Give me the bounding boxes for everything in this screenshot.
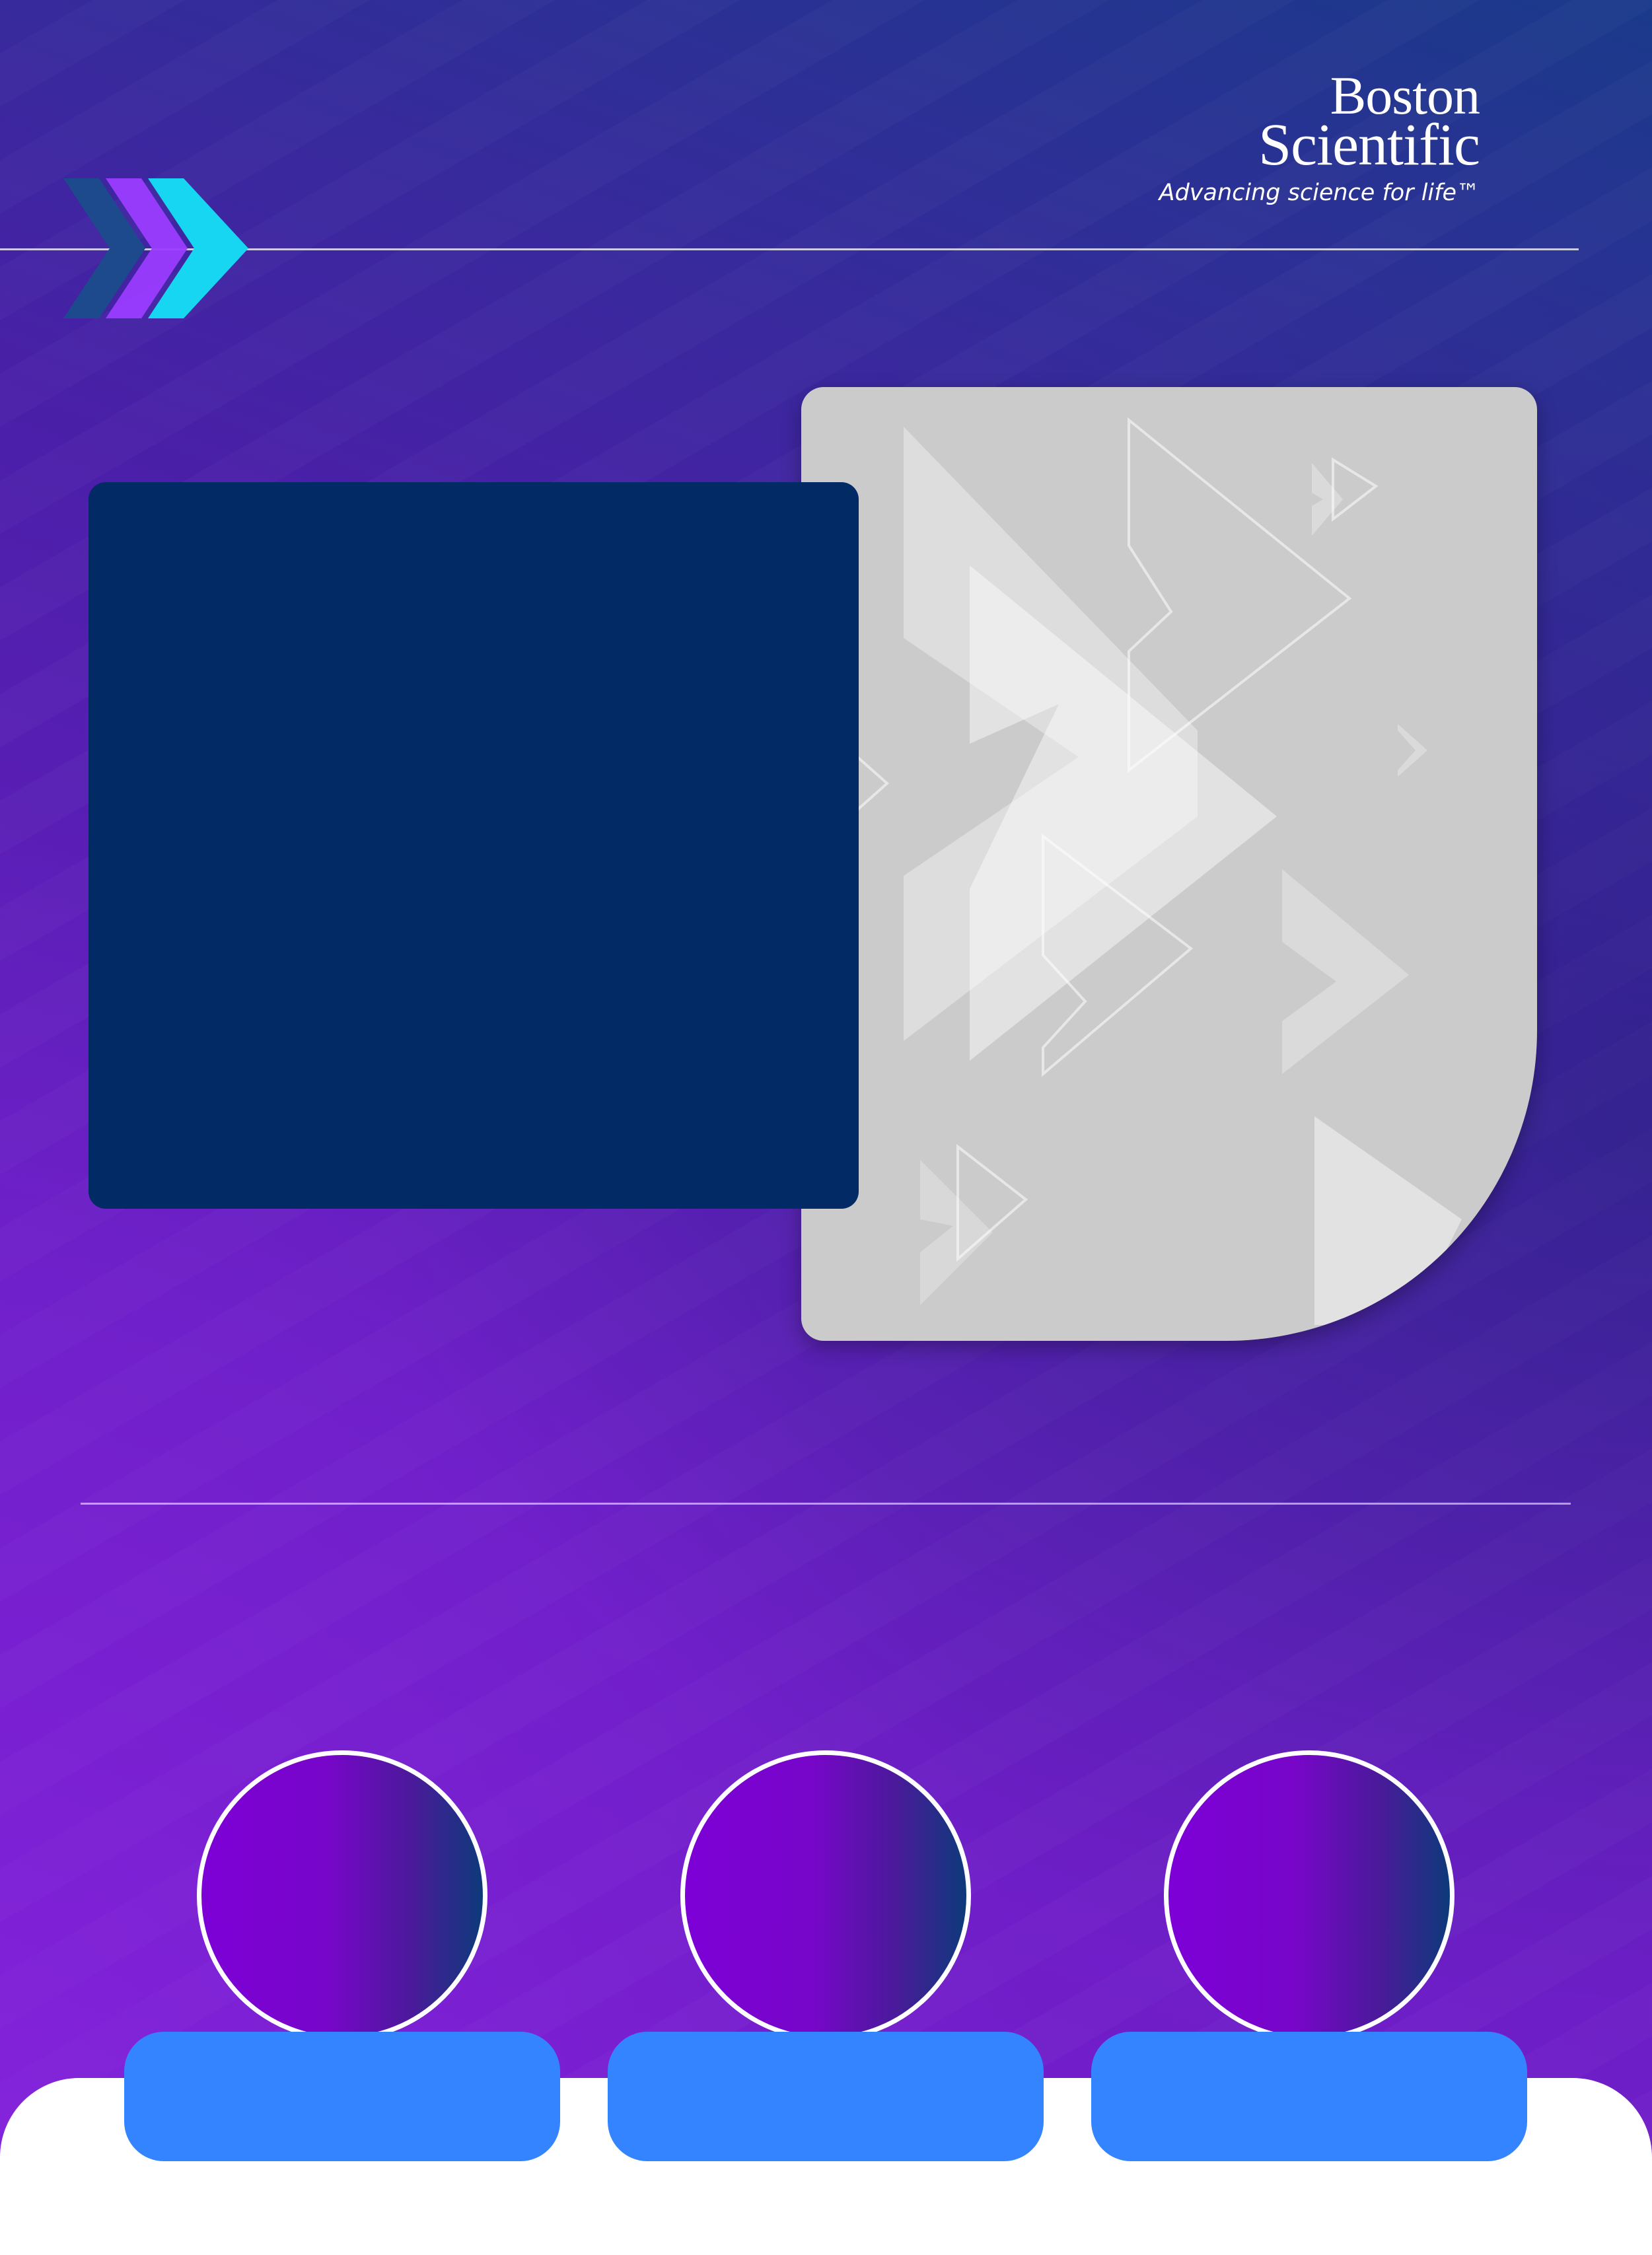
profile-circle-3 bbox=[1164, 1750, 1454, 2041]
triple-chevron-right-icon bbox=[63, 178, 248, 318]
decorative-chevrons bbox=[856, 417, 1462, 1325]
brand-logo: Boston Scientific Advancing science for … bbox=[1159, 66, 1579, 218]
label-pill-2 bbox=[608, 2032, 1044, 2161]
image-placeholder-panel bbox=[801, 387, 1537, 1341]
section-divider bbox=[81, 1503, 1571, 1505]
profile-circle-1 bbox=[197, 1750, 487, 2041]
label-pill-1 bbox=[124, 2032, 560, 2161]
poster-background: Boston Scientific Advancing science for … bbox=[0, 0, 1652, 2255]
label-pill-3 bbox=[1091, 2032, 1527, 2161]
brand-tagline: Advancing science for life™ bbox=[1159, 180, 1480, 206]
content-box bbox=[89, 482, 859, 1209]
logo-wordmark-scientific: Scientific bbox=[1258, 112, 1480, 178]
profile-circle-2 bbox=[680, 1750, 971, 2041]
